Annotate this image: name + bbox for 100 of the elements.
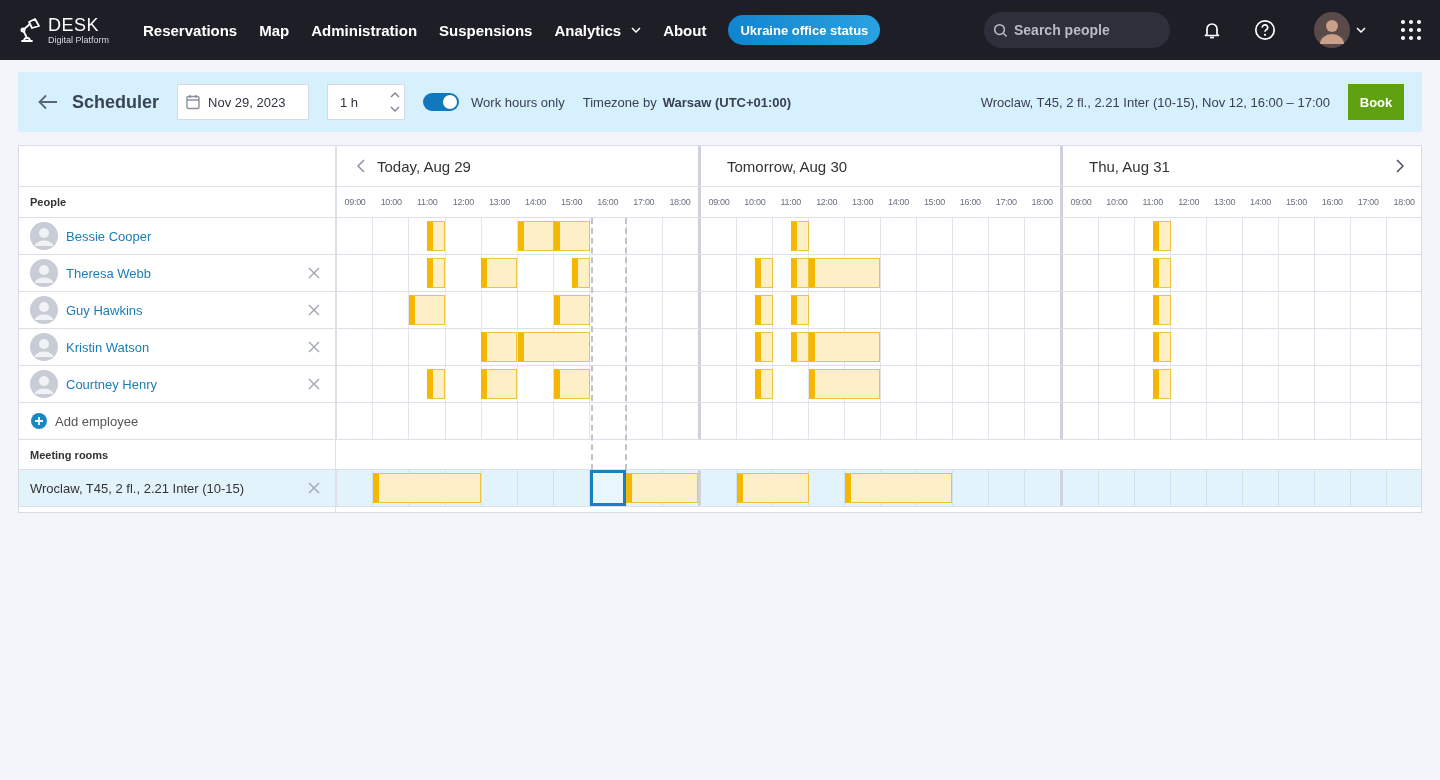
booking-block[interactable] [790, 258, 809, 288]
booking-block[interactable] [754, 332, 773, 362]
add-employee-button[interactable]: Add employee [19, 403, 336, 439]
booking-block[interactable] [481, 258, 518, 288]
hour-label: 17:00 [1356, 196, 1380, 209]
search-field[interactable]: Search people [984, 12, 1170, 48]
booking-block[interactable] [790, 295, 809, 325]
date-field[interactable]: Nov 29, 2023 [177, 84, 310, 120]
avatar-icon [30, 333, 58, 361]
selected-time-slot[interactable] [589, 470, 626, 506]
avatar-icon [30, 296, 58, 324]
booking-block[interactable] [427, 221, 446, 251]
toggle-switch[interactable] [423, 93, 460, 111]
hour-label: 16:00 [958, 196, 982, 209]
person-name-link[interactable]: Kristin Watson [66, 339, 150, 355]
booking-block[interactable] [373, 473, 482, 503]
booking-block[interactable] [571, 258, 590, 288]
booking-summary: Wroclaw, T45, 2 fl., 2.21 Inter (10-15), Nov 12, 16:00 – 17:00 [980, 94, 1330, 110]
booking-block[interactable] [844, 473, 953, 503]
close-icon[interactable] [308, 378, 320, 390]
booking-block[interactable] [1152, 369, 1171, 399]
hour-label: 09:00 [343, 196, 367, 209]
person-name-link[interactable]: Guy Hawkins [66, 302, 143, 318]
apps-grid-icon[interactable] [1400, 19, 1422, 41]
nav-link[interactable]: Analytics [554, 21, 642, 39]
day-title: Today, Aug 29 [377, 157, 471, 175]
booking-block[interactable] [808, 258, 881, 288]
hour-label: 17:00 [632, 196, 656, 209]
booking-block[interactable] [517, 332, 590, 362]
chevron-left-icon[interactable] [357, 159, 365, 173]
booking-block[interactable] [1152, 258, 1171, 288]
nav-link[interactable]: About [663, 21, 707, 39]
booking-block[interactable] [1152, 295, 1171, 325]
nav-link[interactable]: Map [259, 21, 290, 39]
brand-subtitle: Digital Platform [48, 35, 110, 45]
booking-block[interactable] [517, 221, 554, 251]
hour-label: 16:00 [1320, 196, 1344, 209]
calendar-icon [186, 94, 201, 110]
booking-block[interactable] [790, 221, 809, 251]
booking-block[interactable] [427, 369, 446, 399]
nav-link[interactable]: Reservations [143, 21, 238, 39]
person-name-link[interactable]: Bessie Cooper [66, 228, 152, 244]
person-name-link[interactable]: Theresa Webb [66, 265, 152, 281]
nav-link[interactable]: Suspensions [439, 21, 533, 39]
brand-name: DESK [48, 15, 101, 34]
timezone-label: Timezone by [582, 94, 657, 110]
booking-block[interactable] [1152, 332, 1171, 362]
timezone-value: Warsaw (UTC+01:00) [662, 94, 792, 110]
toggle-label: Work hours only [471, 94, 565, 110]
hour-label: 13:00 [487, 196, 511, 209]
chevron-right-icon[interactable] [1396, 159, 1404, 173]
hour-label: 18:00 [1392, 196, 1416, 209]
booking-block[interactable] [736, 473, 809, 503]
hour-label: 09:00 [1069, 196, 1093, 209]
booking-block[interactable] [1152, 221, 1171, 251]
hour-label: 15:00 [560, 196, 584, 209]
booking-block[interactable] [754, 369, 773, 399]
duration-field[interactable]: 1 h [327, 84, 406, 120]
chevron-down-icon [631, 27, 642, 33]
close-icon[interactable] [308, 341, 320, 353]
bell-icon[interactable] [1202, 20, 1222, 40]
booking-block[interactable] [553, 221, 590, 251]
spinner-arrows-icon[interactable] [390, 91, 401, 113]
avatar-icon [1314, 12, 1350, 48]
room-name[interactable]: Wroclaw, T45, 2 fl., 2.21 Inter (10-15) [30, 480, 245, 496]
close-icon[interactable] [308, 482, 320, 494]
help-icon[interactable] [1254, 19, 1276, 41]
booking-block[interactable] [625, 473, 698, 503]
hour-label: 11:00 [1141, 196, 1164, 209]
hour-label: 12:00 [451, 196, 475, 209]
page-title: Scheduler [72, 91, 160, 113]
hour-label: 18:00 [668, 196, 692, 209]
booking-block[interactable] [754, 258, 773, 288]
hour-label: 11:00 [779, 196, 802, 209]
booking-block[interactable] [790, 332, 809, 362]
hour-label: 09:00 [707, 196, 731, 209]
back-arrow-icon[interactable] [38, 94, 58, 110]
hour-label: 12:00 [1177, 196, 1201, 209]
close-icon[interactable] [308, 304, 320, 316]
booking-block[interactable] [553, 295, 590, 325]
close-icon[interactable] [308, 267, 320, 279]
booking-block[interactable] [754, 295, 773, 325]
person-name-link[interactable]: Courtney Henry [66, 376, 158, 392]
nav-link[interactable]: Administration [311, 21, 418, 39]
booking-block[interactable] [409, 295, 446, 325]
avatar-icon [30, 222, 58, 250]
hour-label: 10:00 [743, 196, 767, 209]
day-title: Tomorrow, Aug 30 [727, 157, 848, 175]
hour-label: 10:00 [379, 196, 403, 209]
hour-label: 12:00 [815, 196, 839, 209]
booking-block[interactable] [808, 369, 881, 399]
booking-block[interactable] [481, 369, 518, 399]
hour-label: 15:00 [922, 196, 946, 209]
user-menu[interactable] [1314, 12, 1366, 48]
booking-block[interactable] [481, 332, 518, 362]
chevron-down-icon [1356, 27, 1366, 33]
booking-block[interactable] [427, 258, 446, 288]
plus-circle-icon [31, 413, 47, 429]
booking-block[interactable] [808, 332, 881, 362]
section-heading: Meeting rooms [29, 448, 109, 461]
